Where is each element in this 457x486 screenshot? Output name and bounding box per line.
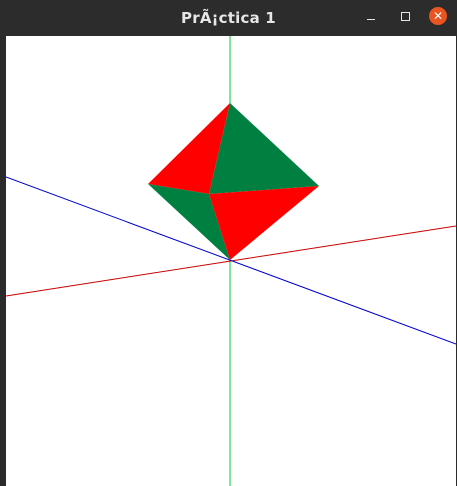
close-button[interactable]: ✕ bbox=[429, 7, 447, 25]
window-controls: ✕ bbox=[361, 6, 447, 26]
minimize-button[interactable] bbox=[361, 6, 381, 26]
app-window: PrÃ¡ctica 1 ✕ bbox=[0, 0, 457, 486]
scene-svg bbox=[6, 36, 456, 486]
title-bar[interactable]: PrÃ¡ctica 1 ✕ bbox=[0, 0, 457, 36]
opengl-canvas[interactable] bbox=[6, 36, 456, 486]
maximize-icon bbox=[400, 11, 410, 21]
minimize-icon bbox=[367, 18, 375, 20]
window-title: PrÃ¡ctica 1 bbox=[181, 9, 276, 27]
maximize-button[interactable] bbox=[395, 6, 415, 26]
close-icon: ✕ bbox=[432, 9, 444, 23]
